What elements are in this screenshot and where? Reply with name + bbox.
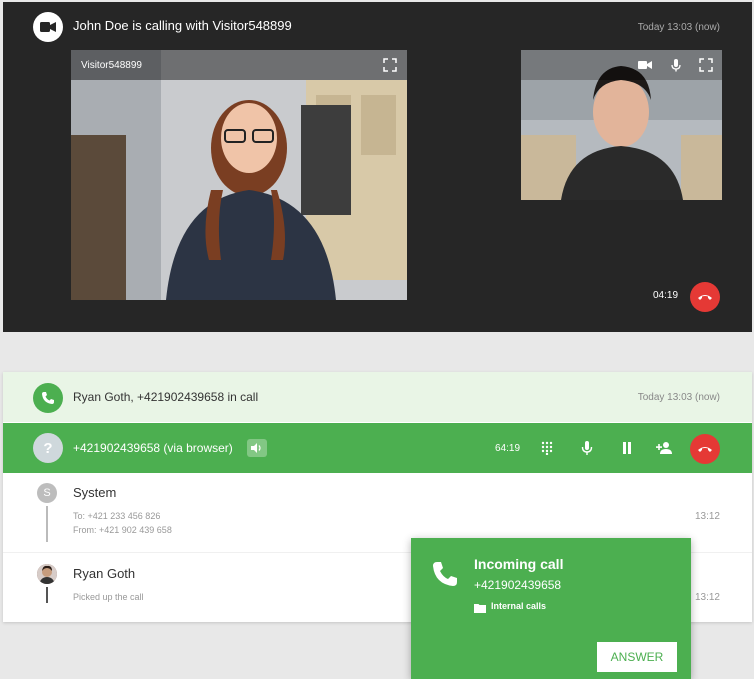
active-call-timer: 64:19 (495, 443, 521, 454)
speaker-button[interactable] (247, 439, 267, 457)
remote-video: Visitor548899 (71, 50, 407, 300)
add-person-icon[interactable] (656, 439, 674, 457)
incoming-call-popup: Incoming call +421902439658 Internal cal… (411, 538, 691, 679)
phone-icon (33, 383, 63, 413)
answer-button[interactable]: ANSWER (597, 642, 677, 672)
event-to: To: +421 233 456 826 (73, 511, 161, 521)
pause-icon[interactable] (618, 439, 636, 457)
folder-icon (474, 600, 486, 613)
ringing-call-label: Ryan Goth, +421902439658 in call (73, 390, 259, 404)
video-call-panel: John Doe is calling with Visitor548899 T… (3, 2, 752, 332)
unknown-caller-avatar: ? (33, 433, 63, 463)
video-call-timer: 04:19 (653, 290, 679, 301)
active-call-label: +421902439658 (via browser) (73, 441, 233, 455)
event-from: From: +421 902 439 658 (73, 525, 172, 535)
phone-icon (431, 560, 461, 590)
local-video-header (521, 50, 722, 80)
speaker-icon (251, 443, 261, 453)
system-avatar: S (37, 483, 57, 503)
timeline-line (46, 506, 48, 542)
hang-up-icon (698, 295, 712, 300)
microphone-icon[interactable] (669, 58, 683, 72)
ringing-call-time: Today 13:03 (now) (637, 392, 720, 403)
event-name: Ryan Goth (73, 566, 136, 581)
timeline-line (46, 587, 48, 603)
hang-up-button[interactable] (690, 282, 720, 312)
keypad-icon[interactable] (538, 439, 556, 457)
local-video (521, 50, 722, 200)
event-name: System (73, 485, 117, 500)
incoming-call-group: Internal calls (491, 601, 547, 611)
video-call-time: Today 13:03 (now) (637, 22, 720, 33)
event-time: 13:12 (694, 511, 720, 522)
incoming-call-number: +421902439658 (474, 578, 562, 592)
video-camera-icon (33, 12, 63, 42)
event-description: Picked up the call (73, 592, 144, 602)
video-call-title: John Doe is calling with Visitor548899 (73, 18, 292, 33)
ringing-call-row[interactable]: Ryan Goth, +421902439658 in call Today 1… (3, 372, 752, 422)
microphone-icon[interactable] (578, 439, 596, 457)
incoming-call-title: Incoming call (474, 556, 564, 572)
fullscreen-icon[interactable] (383, 58, 397, 72)
remote-participant-name: Visitor548899 (81, 60, 142, 71)
hang-up-button[interactable] (690, 434, 720, 464)
ryan-goth-avatar (37, 564, 57, 584)
remote-video-frame (71, 50, 407, 300)
video-camera-icon[interactable] (638, 58, 652, 72)
event-time: 13:12 (694, 592, 720, 603)
hang-up-icon (698, 447, 712, 452)
fullscreen-icon[interactable] (699, 58, 713, 72)
active-call-row: ? +421902439658 (via browser) 64:19 (3, 423, 752, 473)
